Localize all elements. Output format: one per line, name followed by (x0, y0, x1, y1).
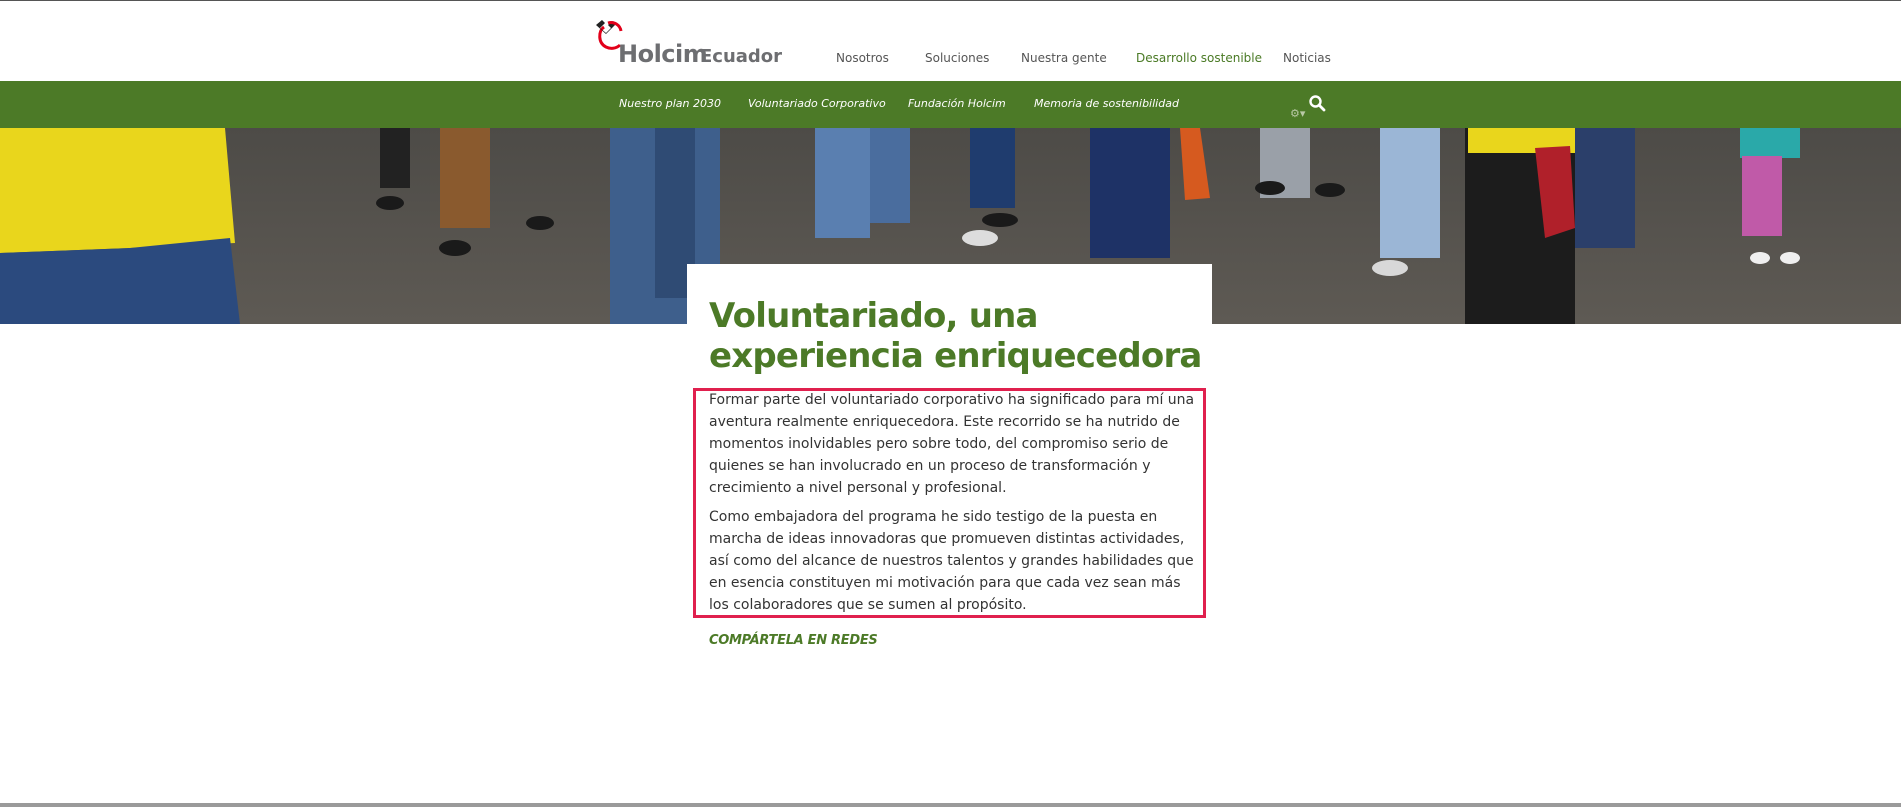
subnav-item-plan-2030[interactable]: Nuestro plan 2030 (619, 97, 721, 110)
logo-brand-name: Holcim (618, 40, 708, 68)
holcim-logo[interactable]: Holcim Ecuador (594, 19, 782, 69)
article-title: Voluntariado, una experiencia enriqueced… (709, 296, 1202, 376)
nav-item-nosotros[interactable]: Nosotros (836, 51, 889, 65)
article-card: Voluntariado, una experiencia enriqueced… (687, 264, 1212, 648)
subnav-item-fundacion[interactable]: Fundación Holcim (908, 97, 1006, 110)
search-icon[interactable] (1308, 94, 1326, 112)
nav-item-soluciones[interactable]: Soluciones (925, 51, 989, 65)
subnav-item-memoria[interactable]: Memoria de sostenibilidad (1034, 97, 1179, 110)
nav-item-desarrollo-sostenible[interactable]: Desarrollo sostenible (1136, 51, 1262, 65)
logo-country: Ecuador (700, 46, 783, 67)
gear-icon[interactable]: ⚙▾ (1290, 107, 1308, 120)
sub-nav: Nuestro plan 2030 Voluntariado Corporati… (0, 81, 1901, 128)
nav-item-noticias[interactable]: Noticias (1283, 51, 1331, 65)
nav-item-nuestra-gente[interactable]: Nuestra gente (1021, 51, 1107, 65)
article-paragraph: Como embajadora del programa he sido tes… (709, 509, 1194, 613)
article-paragraph: Formar parte del voluntariado corporativ… (709, 392, 1195, 496)
subnav-item-voluntariado[interactable]: Voluntariado Corporativo (748, 97, 886, 110)
site-header: Holcim Ecuador Nosotros Soluciones Nuest… (0, 1, 1901, 81)
share-link[interactable]: COMPÁRTELA EN REDES (709, 633, 878, 648)
bottom-border (0, 803, 1901, 807)
